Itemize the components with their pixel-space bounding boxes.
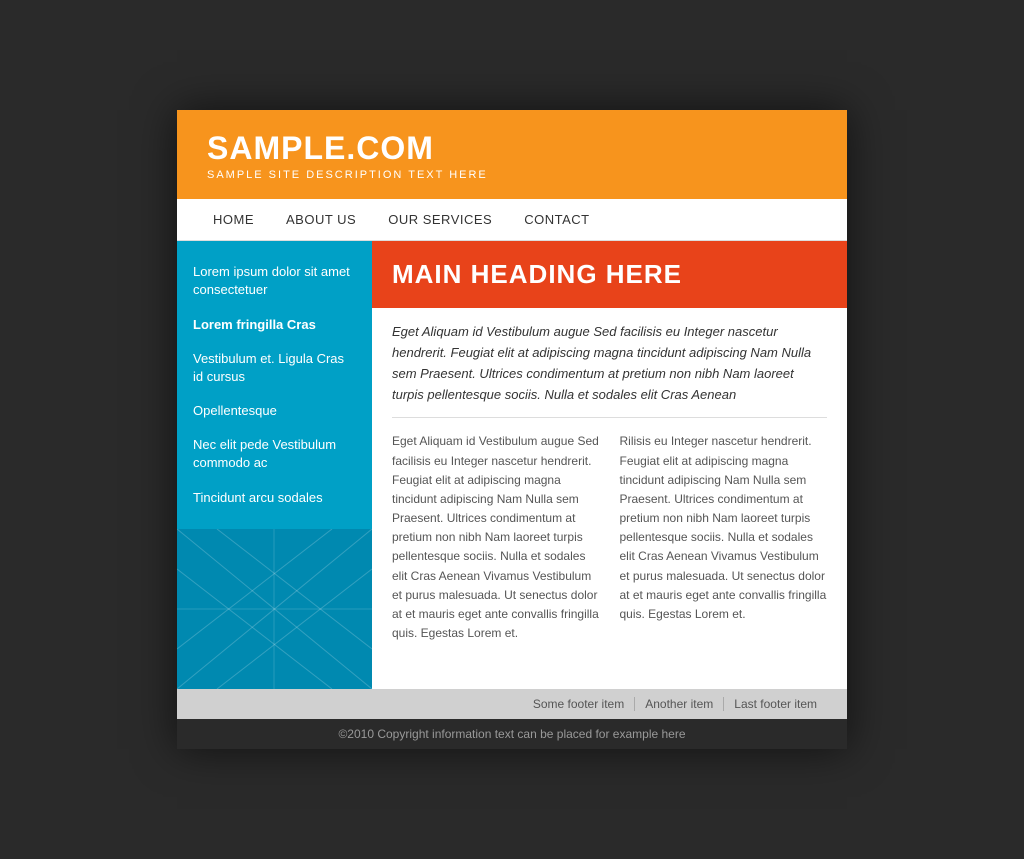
sidebar-item-2[interactable]: Vestibulum et. Ligula Cras id cursus xyxy=(177,342,372,394)
left-column: Lorem ipsum dolor sit amet consectetuer … xyxy=(177,241,372,689)
sidebar-item-0[interactable]: Lorem ipsum dolor sit amet consectetuer xyxy=(177,255,372,307)
nav-item-services[interactable]: OUR SERVICES xyxy=(372,199,508,241)
main-inner: Eget Aliquam id Vestibulum augue Sed fac… xyxy=(372,322,847,659)
sidebar-item-4[interactable]: Nec elit pede Vestibulum commodo ac xyxy=(177,428,372,480)
sidebar-item-5[interactable]: Tincidunt arcu sodales xyxy=(177,481,372,515)
site-description: SAMPLE SITE DESCRIPTION TEXT HERE xyxy=(207,169,817,181)
copyright-text: ©2010 Copyright information text can be … xyxy=(338,727,685,741)
main-nav: HOME ABOUT US OUR SERVICES CONTACT xyxy=(177,199,847,241)
nav-item-about[interactable]: ABOUT US xyxy=(270,199,372,241)
nav-item-home[interactable]: HOME xyxy=(197,199,270,241)
col2-text: Rilisis eu Integer nascetur hendrerit. F… xyxy=(620,432,828,643)
col1-text: Eget Aliquam id Vestibulum augue Sed fac… xyxy=(392,432,600,643)
main-heading: MAIN HEADING HERE xyxy=(392,259,827,290)
nav-item-contact[interactable]: CONTACT xyxy=(508,199,605,241)
footer-item-2[interactable]: Last footer item xyxy=(724,697,827,711)
footer-item-0[interactable]: Some footer item xyxy=(523,697,635,711)
footer-item-1[interactable]: Another item xyxy=(635,697,724,711)
sidebar: Lorem ipsum dolor sit amet consectetuer … xyxy=(177,241,372,529)
footer-bar: Some footer item Another item Last foote… xyxy=(177,689,847,719)
intro-text: Eget Aliquam id Vestibulum augue Sed fac… xyxy=(392,322,827,418)
main-heading-bar: MAIN HEADING HERE xyxy=(372,241,847,308)
two-col-section: Eget Aliquam id Vestibulum augue Sed fac… xyxy=(392,432,827,643)
sidebar-image xyxy=(177,529,372,689)
copyright-bar: ©2010 Copyright information text can be … xyxy=(177,719,847,749)
content-area: Lorem ipsum dolor sit amet consectetuer … xyxy=(177,241,847,689)
main-content: MAIN HEADING HERE Eget Aliquam id Vestib… xyxy=(372,241,847,689)
sidebar-item-3[interactable]: Opellentesque xyxy=(177,394,372,428)
site-header: SAMPLE.COM SAMPLE SITE DESCRIPTION TEXT … xyxy=(177,110,847,199)
site-title: SAMPLE.COM xyxy=(207,130,817,167)
sidebar-item-1[interactable]: Lorem fringilla Cras xyxy=(177,308,372,342)
